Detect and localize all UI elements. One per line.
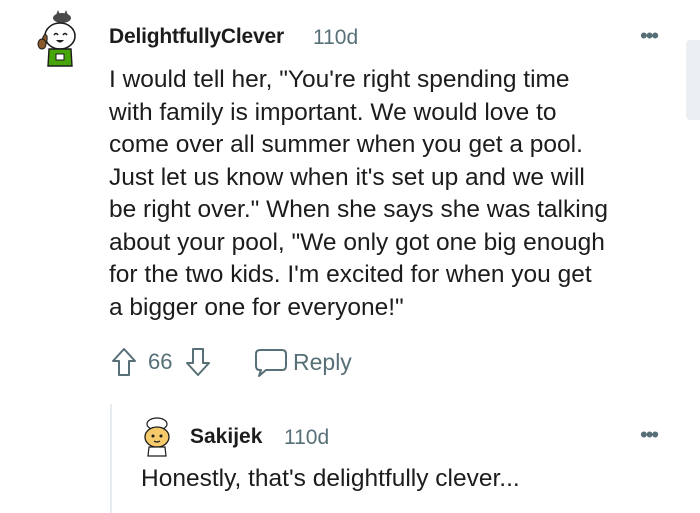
- upvote-arrow-icon[interactable]: [110, 346, 138, 378]
- vote-score: 66: [148, 349, 173, 374]
- thread-line[interactable]: [110, 404, 112, 513]
- reply-button[interactable]: Reply: [293, 349, 352, 376]
- chat-bubble-icon[interactable]: [254, 348, 288, 378]
- comment-body-line: I would tell her, "You're right spending…: [109, 66, 570, 93]
- comment-body-line: Just let us know when it's set up and we…: [109, 163, 585, 191]
- comment-username[interactable]: DelightfullyClever: [109, 25, 284, 49]
- comment-body: I would tell her, "You're right spending…: [109, 64, 679, 324]
- user-avatar[interactable]: [34, 10, 82, 68]
- reply-username[interactable]: Sakijek: [190, 425, 262, 449]
- comment-body-line: for the two kids. I'm excited for when y…: [109, 261, 592, 288]
- downvote-arrow-icon[interactable]: [184, 346, 212, 378]
- more-horizontal-icon[interactable]: •••: [640, 25, 659, 47]
- comment-age: 110d: [313, 26, 359, 49]
- reply-body: Honestly, that's delightfully clever...: [141, 465, 520, 492]
- comment-body-line: come over all summer when you get a pool…: [109, 131, 583, 158]
- comment-body-line: a bigger one for everyone!": [109, 293, 404, 321]
- reply-user-avatar[interactable]: [140, 417, 174, 457]
- comment-body-line: be right over." When she says she was ta…: [109, 196, 608, 223]
- scrollbar[interactable]: [686, 40, 700, 120]
- reply-age: 110d: [284, 426, 330, 449]
- comment-body-line: with family is important. We would love …: [109, 98, 557, 126]
- comment-body-line: about your pool, "We only got one big en…: [109, 228, 605, 256]
- more-horizontal-icon[interactable]: •••: [640, 424, 659, 446]
